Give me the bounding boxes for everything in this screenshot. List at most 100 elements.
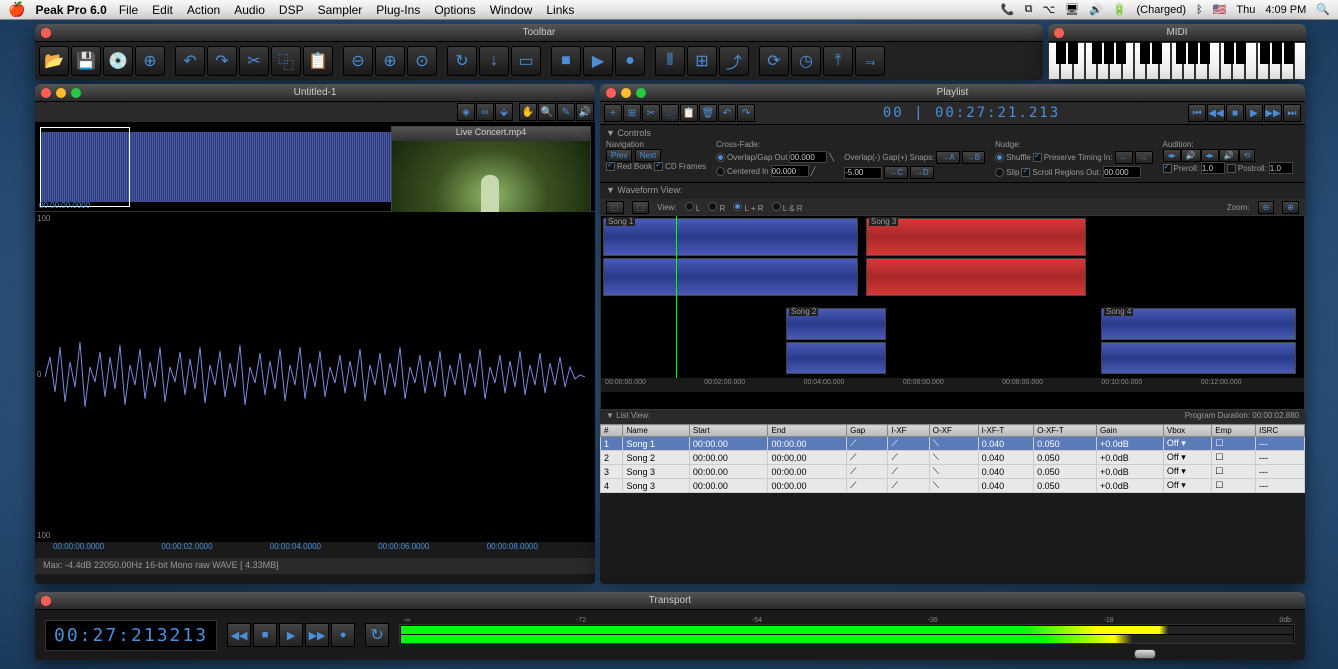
postroll-input[interactable]	[1269, 162, 1293, 174]
zoom-out-button[interactable]: ⊖	[343, 46, 373, 76]
bounce-button[interactable]: ⤴	[719, 46, 749, 76]
close-icon[interactable]	[606, 88, 616, 98]
tr-play-button[interactable]: ▶	[279, 623, 303, 647]
slip-radio[interactable]	[995, 168, 1004, 177]
region-button[interactable]: ▭	[511, 46, 541, 76]
overview-selection[interactable]	[40, 127, 130, 207]
cdframes-check[interactable]	[654, 162, 663, 171]
centered-radio[interactable]	[716, 167, 725, 176]
pl-add-button[interactable]: +	[604, 104, 622, 122]
clock-time[interactable]: 4:09 PM	[1265, 4, 1306, 16]
save-button[interactable]: 💾	[71, 46, 101, 76]
aud-btn1[interactable]: ◂▸	[1163, 149, 1181, 162]
battery-icon[interactable]: 🔋	[1113, 3, 1127, 16]
stop-button[interactable]: ■	[551, 46, 581, 76]
preroll-input[interactable]	[1201, 162, 1225, 174]
zoom-in-button[interactable]: ⊕	[375, 46, 405, 76]
menu-sampler[interactable]: Sampler	[318, 3, 363, 17]
midi-titlebar[interactable]: MIDI	[1048, 24, 1306, 42]
pl-redo-button[interactable]: ↷	[737, 104, 755, 122]
menu-audio[interactable]: Audio	[234, 3, 265, 17]
wave-tool-speaker[interactable]: 🔊	[576, 103, 594, 121]
tr-loop-button[interactable]: ↻	[365, 623, 389, 647]
normalize-button[interactable]: ⤒	[823, 46, 853, 76]
playhead[interactable]	[676, 216, 677, 378]
minimize-icon[interactable]	[56, 88, 66, 98]
close-icon[interactable]	[1054, 28, 1064, 38]
volume-icon[interactable]: 🔊	[1089, 3, 1103, 16]
snap-b[interactable]: →B	[962, 151, 985, 164]
maximize-icon[interactable]	[636, 88, 646, 98]
waveform-main[interactable]: 100 0 100	[35, 212, 595, 542]
aud-btn5[interactable]: ⟲	[1239, 149, 1256, 162]
table-row[interactable]: 4Song 300:00.0000:00.00⟋⟋⟍0.0400.050+0.0…	[601, 479, 1305, 493]
fade-button[interactable]: ⫬	[855, 46, 885, 76]
close-icon[interactable]	[41, 28, 51, 38]
aud-btn2[interactable]: 🔊	[1181, 149, 1201, 162]
table-row[interactable]: 1Song 100:00.0000:00.00⟋⟋⟍0.0400.050+0.0…	[601, 437, 1305, 451]
burn-cd-button[interactable]: 💿	[103, 46, 133, 76]
zoom-fit-button[interactable]: ⊙	[407, 46, 437, 76]
menu-edit[interactable]: Edit	[152, 3, 173, 17]
wave-time-ruler[interactable]: 00:00:00.0000 00:00:02.0000 00:00:04.000…	[35, 542, 595, 558]
aud-btn3[interactable]: ◂▸	[1201, 149, 1219, 162]
tr-record-button[interactable]: ●	[331, 623, 355, 647]
pl-delete-button[interactable]: 🗑	[699, 104, 717, 122]
playlist-titlebar[interactable]: Playlist	[600, 84, 1305, 102]
open-button[interactable]: 📂	[39, 46, 69, 76]
pl-end-button[interactable]: ⏭	[1283, 104, 1301, 122]
zoom-out-button[interactable]: ⊖	[1258, 201, 1275, 214]
clock-button[interactable]: ◷	[791, 46, 821, 76]
menu-action[interactable]: Action	[187, 3, 220, 17]
play-button[interactable]: ▶	[583, 46, 613, 76]
wave-tool-link[interactable]: ∞	[476, 103, 494, 121]
wv-btn2[interactable]: ⬚	[632, 201, 650, 214]
playlist-waveform-view[interactable]: Song 1 Song 3 Song 2 Song 4 00:00:00.000…	[600, 215, 1305, 410]
snap-c[interactable]: →C	[884, 166, 908, 179]
wave-tool-zoom[interactable]: 🔍	[538, 103, 556, 121]
marker-button[interactable]: ↓	[479, 46, 509, 76]
nudge-input[interactable]	[1103, 166, 1141, 178]
pl-cut-button[interactable]: ✂	[642, 104, 660, 122]
pl-rewind-button[interactable]: ⏮	[1188, 104, 1206, 122]
wave-tool-pencil[interactable]: ✎	[557, 103, 575, 121]
preserve-check[interactable]	[1033, 153, 1042, 162]
wave-tool-hand[interactable]: ✋	[519, 103, 537, 121]
paste-button[interactable]: 📋	[303, 46, 333, 76]
close-icon[interactable]	[41, 88, 51, 98]
clock-day[interactable]: Thu	[1236, 4, 1255, 16]
menu-dsp[interactable]: DSP	[279, 3, 304, 17]
undo-button[interactable]: ↶	[175, 46, 205, 76]
table-row[interactable]: 2Song 200:00.0000:00.00⟋⟋⟍0.0400.050+0.0…	[601, 451, 1305, 465]
bluetooth-icon[interactable]: ᛒ	[1196, 4, 1203, 16]
pl-grid-button[interactable]: ⊞	[623, 104, 641, 122]
pl-paste-button[interactable]: 📋	[680, 104, 698, 122]
menu-file[interactable]: File	[119, 3, 138, 17]
xfade-out-input[interactable]	[789, 151, 827, 163]
meter-slider[interactable]	[1134, 649, 1156, 659]
tr-ffwd-button[interactable]: ▶▶	[305, 623, 329, 647]
export-cd-button[interactable]: ⊕	[135, 46, 165, 76]
menu-plugins[interactable]: Plug-Ins	[376, 3, 420, 17]
postroll-check[interactable]	[1227, 164, 1236, 173]
wave-tool-select[interactable]: ◈	[457, 103, 475, 121]
redo-button[interactable]: ↷	[207, 46, 237, 76]
gap-input[interactable]	[844, 167, 882, 179]
meters-button[interactable]: ⫴	[655, 46, 685, 76]
loop-button[interactable]: ↻	[447, 46, 477, 76]
app-name[interactable]: Peak Pro 6.0	[35, 3, 106, 17]
table-row[interactable]: 3Song 300:00.0000:00.00⟋⟋⟍0.0400.050+0.0…	[601, 465, 1305, 479]
menu-options[interactable]: Options	[434, 3, 475, 17]
piano-keyboard[interactable]	[1048, 42, 1306, 80]
toolbar-titlebar[interactable]: Toolbar	[35, 24, 1043, 42]
redbook-check[interactable]	[606, 162, 615, 171]
monitor-icon[interactable]: 🖥	[1065, 3, 1079, 16]
wifi-icon[interactable]: ⧉	[1025, 3, 1033, 16]
pl-play-button[interactable]: ▶	[1245, 104, 1263, 122]
tr-stop-button[interactable]: ■	[253, 623, 277, 647]
waveview-header[interactable]: ▼ Waveform View:	[600, 183, 1305, 197]
preroll-check[interactable]	[1163, 164, 1172, 173]
process-button[interactable]: ⟳	[759, 46, 789, 76]
overlap-radio[interactable]	[716, 153, 725, 162]
pl-prev-button[interactable]: ◀◀	[1207, 104, 1225, 122]
